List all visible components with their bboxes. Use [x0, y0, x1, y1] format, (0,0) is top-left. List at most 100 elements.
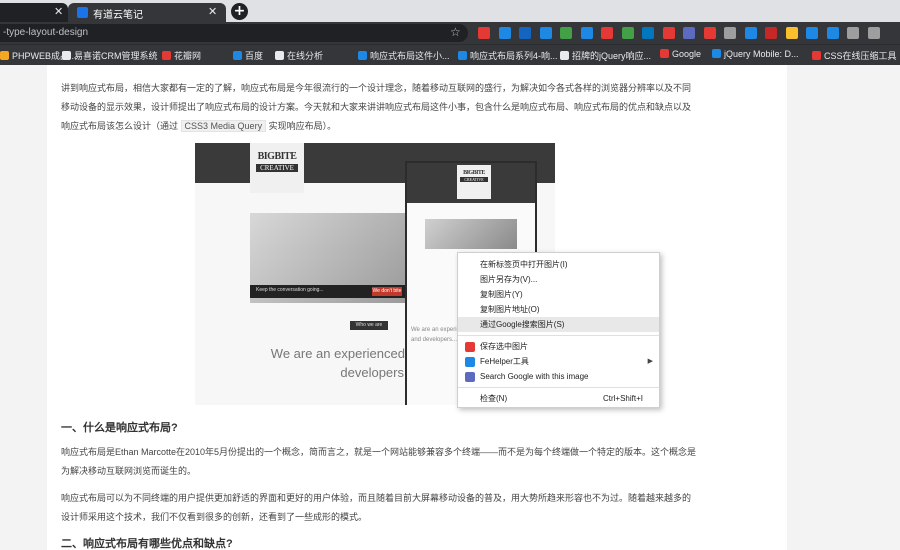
logo-subtext: CREATIVE [460, 177, 488, 182]
menu-label: 通过Google搜索图片(S) [480, 320, 565, 329]
menu-shortcut: Ctrl+Shift+I [602, 394, 643, 403]
bookmark-item[interactable]: 响应式布局系列4-响... [458, 49, 558, 62]
new-tab-button[interactable]: + [231, 3, 248, 20]
bookmark-item[interactable]: 百度 [233, 49, 263, 62]
bookmark-icon [812, 51, 821, 60]
logo-subtext: CREATIVE [256, 164, 298, 172]
bookmark-icon [358, 51, 367, 60]
bookmark-label: 响应式布局系列4-响... [470, 51, 558, 61]
paragraph-1: 响应式布局是Ethan Marcotte在2010年5月份提出的一个概念，简而言… [61, 447, 697, 476]
tab-close-icon[interactable]: ✕ [208, 5, 217, 18]
extension-icon[interactable] [539, 27, 552, 39]
bookmark-item[interactable]: jQuery Mobile: D... [712, 49, 799, 59]
intro-text-end: 实现响应布局）。 [268, 121, 337, 131]
intro-text: 讲到响应式布局，相信大家都有一定的了解，响应式布局是今年很流行的一个设计理念，随… [61, 83, 692, 131]
bookmark-label: Google [672, 49, 702, 59]
tab-strip: ✕ 有道云笔记 ✕ + [0, 0, 900, 22]
extension-icon[interactable] [785, 27, 798, 39]
fehelper-icon [465, 357, 475, 367]
bookmark-item[interactable]: 在线分析 [275, 49, 323, 62]
page-margin-right [787, 65, 900, 550]
menu-copy-image[interactable]: 复制图片(Y) [458, 287, 659, 302]
bookmark-label: CSS在线压缩工具 [824, 51, 897, 61]
menu-label: 复制图片(Y) [480, 290, 523, 299]
tab-title: 有道云笔记 [93, 10, 143, 21]
bookmark-label: 响应式布局这件小... [370, 51, 450, 61]
menu-label: 复制图片地址(O) [480, 305, 540, 314]
bookmark-icon [233, 51, 242, 60]
menu-label: 保存选中图片 [480, 342, 528, 351]
extension-icon[interactable] [621, 27, 634, 39]
section-heading-2: 二、响应式布局有哪些优点和缺点? [61, 538, 233, 550]
submenu-arrow-icon: ▶ [647, 358, 653, 365]
extension-icon[interactable] [580, 27, 593, 39]
bookmark-icon [162, 51, 171, 60]
extension-icon[interactable] [744, 27, 757, 39]
cta-badge: We don't bite [372, 287, 402, 296]
tab-close-icon[interactable]: ✕ [54, 5, 63, 18]
menu-label: FeHelper工具 [480, 357, 529, 366]
google-lens-icon [465, 372, 475, 382]
bookmark-icon [275, 51, 284, 60]
url-text[interactable]: -type-layout-design [3, 27, 88, 38]
extension-icon[interactable] [683, 27, 695, 39]
extension-icon[interactable] [519, 27, 531, 39]
bookmark-item[interactable]: Google [660, 49, 701, 59]
section-heading-1: 一、什么是响应式布局? [61, 422, 178, 434]
extension-icon[interactable] [867, 27, 880, 39]
extension-icon[interactable] [662, 27, 675, 39]
intro-paragraph: 讲到响应式布局，相信大家都有一定的了解，响应式布局是今年很流行的一个设计理念，随… [61, 79, 697, 136]
web-page: 讲到响应式布局，相信大家都有一定的了解，响应式布局是今年很流行的一个设计理念，随… [0, 65, 900, 550]
extension-icon[interactable] [826, 27, 839, 39]
extension-icon[interactable] [806, 27, 818, 39]
photo-caption: Keep the conversation going... [256, 287, 324, 293]
menu-save-image-as[interactable]: 图片另存为(V)... [458, 272, 659, 287]
menu-separator [458, 335, 659, 336]
bookmark-icon [712, 49, 721, 58]
extension-icon[interactable] [847, 27, 859, 39]
menu-open-image-new-tab[interactable]: 在新标签页中打开图片(I) [458, 257, 659, 272]
extension-icon[interactable] [601, 27, 613, 39]
menu-inspect[interactable]: 检查(N) Ctrl+Shift+I [458, 391, 659, 406]
extension-icon[interactable] [724, 27, 736, 39]
logo-text: BIGBITE [463, 170, 485, 176]
tab-active[interactable]: 有道云笔记 ✕ [68, 3, 226, 22]
menu-search-google-with-image[interactable]: Search Google with this image [458, 369, 659, 384]
extension-icon[interactable] [765, 27, 777, 39]
bookmark-item[interactable]: 花瓣网 [162, 49, 201, 62]
bookmark-item[interactable]: 招牌的jQuery响应... [560, 49, 651, 62]
bookmark-item[interactable]: 响应式布局这件小... [358, 49, 450, 62]
extension-icon[interactable] [478, 27, 490, 39]
address-bar[interactable]: -type-layout-design ☆ [0, 24, 468, 42]
menu-search-google-image[interactable]: 通过Google搜索图片(S) [458, 317, 659, 332]
bookmark-icon [660, 49, 669, 58]
bookmark-label: 易喜诺CRM管理系统 [74, 51, 158, 61]
menu-copy-image-address[interactable]: 复制图片地址(O) [458, 302, 659, 317]
browser-toolbar: -type-layout-design ☆ [0, 22, 900, 44]
menu-label: Search Google with this image [480, 372, 589, 381]
bookmark-label: jQuery Mobile: D... [724, 49, 799, 59]
menu-separator [458, 387, 659, 388]
mobile-photo [425, 219, 517, 249]
bookmark-item[interactable]: CSS在线压缩工具 [812, 49, 897, 62]
extension-icon[interactable] [498, 27, 511, 39]
bookmark-item[interactable]: 易喜诺CRM管理系统 [62, 49, 158, 62]
menu-save-selected-image[interactable]: 保存选中图片 [458, 339, 659, 354]
tab-previous[interactable]: ✕ [0, 3, 68, 22]
menu-fehelper[interactable]: FeHelper工具 ▶ [458, 354, 659, 369]
article-body: 讲到响应式布局，相信大家都有一定的了解，响应式布局是今年很流行的一个设计理念，随… [47, 65, 787, 550]
bookmark-star-icon[interactable]: ☆ [450, 25, 461, 39]
menu-label: 在新标签页中打开图片(I) [480, 260, 568, 269]
extension-icon[interactable] [703, 27, 716, 39]
bookmark-icon [62, 51, 71, 60]
bookmark-label: 花瓣网 [174, 51, 202, 61]
bookmarks-bar: PHPWEB成品... 易喜诺CRM管理系统 花瓣网 百度 在线分析 响应式布局… [0, 44, 900, 65]
extension-icon[interactable] [642, 27, 654, 39]
menu-label: 图片另存为(V)... [480, 275, 538, 284]
bookmark-icon [0, 51, 9, 60]
extension-icon[interactable] [560, 27, 572, 39]
bookmark-icon [458, 51, 467, 60]
menu-label: 检查(N) [480, 394, 508, 403]
bookmark-label: 招牌的jQuery响应... [572, 51, 652, 61]
context-menu: 在新标签页中打开图片(I) 图片另存为(V)... 复制图片(Y) 复制图片地址… [457, 252, 660, 408]
